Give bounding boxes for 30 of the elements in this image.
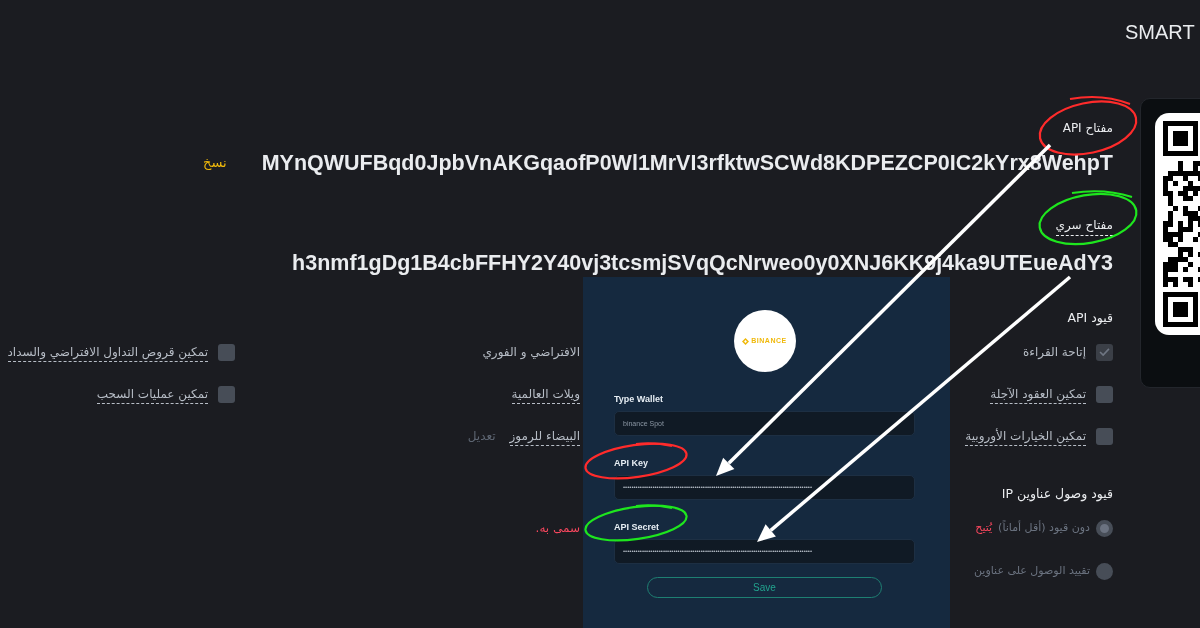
check-icon — [1099, 348, 1110, 356]
warning-text: سمى به. — [535, 520, 580, 537]
radio-button[interactable] — [1096, 562, 1113, 580]
secret-key-label: مفتاح سري — [1055, 215, 1113, 236]
field-label: API Secret — [614, 521, 661, 533]
checkbox[interactable] — [218, 385, 235, 403]
option-label: تمكين العقود الآجلة — [990, 384, 1086, 404]
diamond-logo-icon — [742, 337, 750, 345]
warning-text: يُتيح — [975, 520, 993, 536]
option-label: تقييد الوصول على عناوين — [974, 563, 1090, 579]
option-label: دون قيود (أقل أماناً) — [998, 519, 1090, 536]
section-heading: قيود وصول عناوين IP — [1001, 485, 1113, 504]
api-key-label: مفتاح API — [1062, 120, 1113, 137]
checkbox[interactable] — [1096, 343, 1113, 361]
option-label: الافتراضي و الفوري — [482, 344, 580, 361]
option-label: إتاحة القراءة — [1023, 344, 1086, 361]
checkbox[interactable] — [1096, 427, 1113, 445]
option-label: تمكين الخيارات الأوروبية — [965, 426, 1086, 446]
checkbox[interactable] — [1096, 385, 1113, 403]
option-label: تمكين عمليات السحب — [96, 384, 208, 404]
copy-link[interactable]: نسخ — [203, 154, 227, 172]
option-label: ويلات العالمية — [511, 384, 580, 404]
field-label: API Key — [614, 457, 649, 469]
option-label: تمكين قروض التداول الافتراضي والسداد — [7, 342, 208, 362]
checkbox[interactable] — [218, 343, 235, 361]
page-title: SMART — [1125, 20, 1196, 44]
section-heading: قيود API — [1067, 309, 1113, 328]
radio-button[interactable] — [1096, 519, 1113, 537]
field-label: Type Wallet — [614, 393, 664, 405]
option-label: البيضاء للرموز — [509, 426, 580, 446]
